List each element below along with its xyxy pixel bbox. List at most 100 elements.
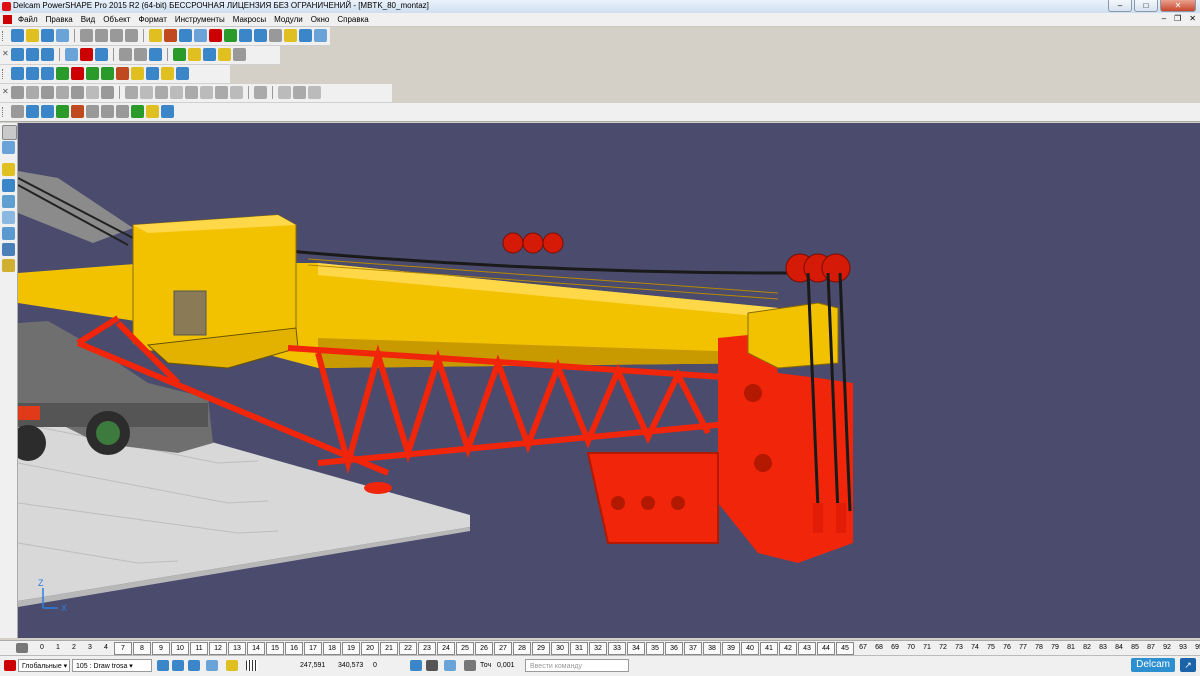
toolbar-tool-icon[interactable] [116, 67, 129, 80]
level-button[interactable]: 18 [323, 642, 341, 655]
level-button[interactable]: 22 [399, 642, 417, 655]
level-button[interactable]: 93 [1175, 642, 1191, 655]
toolbar-tool-icon[interactable] [155, 86, 168, 99]
level-button[interactable]: 73 [951, 642, 967, 655]
toolbar-tool-icon[interactable] [134, 48, 147, 61]
mdi-restore-button[interactable]: ❐ [1174, 14, 1181, 23]
level-button[interactable]: 14 [247, 642, 265, 655]
tolerance-icon[interactable] [464, 660, 476, 671]
toolbar-tool-icon[interactable] [26, 29, 39, 42]
level-button[interactable]: 41 [760, 642, 778, 655]
toolbar-tool-icon[interactable] [125, 29, 138, 42]
level-button[interactable]: 36 [665, 642, 683, 655]
toolbar-tool-icon[interactable] [101, 105, 114, 118]
level-button[interactable]: 30 [551, 642, 569, 655]
level-button[interactable]: 95 [1191, 642, 1200, 655]
level-button[interactable]: 92 [1159, 642, 1175, 655]
menu-item[interactable]: Инструменты [175, 14, 225, 25]
toolbar-tool-icon[interactable] [110, 29, 123, 42]
toolbar-tool-icon[interactable] [11, 67, 24, 80]
toolbar-tool-icon[interactable] [173, 48, 186, 61]
level-button[interactable]: 4 [98, 642, 114, 655]
level-button[interactable]: 34 [627, 642, 645, 655]
level-button[interactable]: 26 [475, 642, 493, 655]
level-button[interactable]: 20 [361, 642, 379, 655]
maximize-button[interactable]: □ [1134, 0, 1158, 12]
level-button[interactable]: 33 [608, 642, 626, 655]
level-button[interactable]: 87 [1143, 642, 1159, 655]
menu-item[interactable]: Файл [18, 14, 38, 25]
toolbar-tool-icon[interactable] [41, 86, 54, 99]
toolbar-tool-icon[interactable] [308, 86, 321, 99]
menu-item[interactable]: Модули [274, 14, 303, 25]
toolbar-tool-icon[interactable] [176, 67, 189, 80]
surface-icon[interactable] [2, 163, 15, 176]
level-button[interactable]: 12 [209, 642, 227, 655]
level-button[interactable]: 38 [703, 642, 721, 655]
level-button[interactable]: 67 [855, 642, 871, 655]
level-button[interactable]: 74 [967, 642, 983, 655]
toolbar-tool-icon[interactable] [131, 67, 144, 80]
level-button[interactable]: 78 [1031, 642, 1047, 655]
level-button[interactable]: 0 [34, 642, 50, 655]
level-button[interactable]: 19 [342, 642, 360, 655]
toolbar-tool-icon[interactable] [170, 86, 183, 99]
toolbar-close-icon[interactable]: ✕ [2, 87, 9, 96]
toolbar-tool-icon[interactable] [209, 29, 222, 42]
toolbar-tool-icon[interactable] [86, 105, 99, 118]
level-button[interactable]: 40 [741, 642, 759, 655]
level-button[interactable]: 10 [171, 642, 189, 655]
mdi-close-button[interactable]: ✕ [1189, 14, 1196, 23]
level-button[interactable]: 83 [1095, 642, 1111, 655]
menu-item[interactable]: Формат [138, 14, 166, 25]
toolbar-tool-icon[interactable] [56, 29, 69, 42]
menu-item[interactable]: Окно [311, 14, 330, 25]
select-arrow-icon[interactable] [2, 125, 17, 140]
menu-item[interactable]: Макросы [233, 14, 266, 25]
workplane-icon[interactable] [4, 660, 16, 671]
workplane-select[interactable]: Глобальные ▾ [18, 659, 70, 672]
toolbar-tool-icon[interactable] [26, 48, 39, 61]
level-button[interactable]: 44 [817, 642, 835, 655]
toolbar-tool-icon[interactable] [71, 86, 84, 99]
toolbar-tool-icon[interactable] [284, 29, 297, 42]
toolbar-tool-icon[interactable] [188, 48, 201, 61]
toolbar-tool-icon[interactable] [119, 48, 132, 61]
toolbar-tool-icon[interactable] [146, 105, 159, 118]
toolbar-tool-icon[interactable] [95, 29, 108, 42]
toolbar-tool-icon[interactable] [299, 29, 312, 42]
level-button[interactable]: 45 [836, 642, 854, 655]
grid-icon[interactable] [246, 660, 258, 671]
graphics-viewport[interactable]: Z X [18, 123, 1200, 638]
toolbar-tool-icon[interactable] [56, 105, 69, 118]
toolbar-tool-icon[interactable] [41, 105, 54, 118]
drafting-icon[interactable] [2, 243, 15, 256]
level-button[interactable]: 9 [152, 642, 170, 655]
toolbar-tool-icon[interactable] [65, 48, 78, 61]
toolbar-tool-icon[interactable] [95, 48, 108, 61]
toolbar-tool-icon[interactable] [71, 67, 84, 80]
toolbar-tool-icon[interactable] [194, 29, 207, 42]
electrode-icon[interactable] [2, 211, 15, 224]
toolbar-tool-icon[interactable] [146, 67, 159, 80]
toolbar-tool-icon[interactable] [101, 86, 114, 99]
dimension-icon[interactable] [2, 227, 15, 240]
menu-item[interactable]: Справка [337, 14, 368, 25]
solid-icon[interactable] [2, 179, 15, 192]
snap-grid-icon[interactable] [172, 660, 184, 671]
level-button[interactable]: 11 [190, 642, 208, 655]
toolbar-tool-icon[interactable] [224, 29, 237, 42]
level-button[interactable]: 27 [494, 642, 512, 655]
toolbar-tool-icon[interactable] [71, 105, 84, 118]
level-button[interactable]: 31 [570, 642, 588, 655]
toolbar-tool-icon[interactable] [230, 86, 243, 99]
relative-icon[interactable] [444, 660, 456, 671]
toolbar-tool-icon[interactable] [56, 86, 69, 99]
level-button[interactable]: 16 [285, 642, 303, 655]
level-button[interactable]: 76 [999, 642, 1015, 655]
toolbar-tool-icon[interactable] [149, 48, 162, 61]
toolbar-tool-icon[interactable] [239, 29, 252, 42]
level-button[interactable]: 43 [798, 642, 816, 655]
level-button[interactable]: 77 [1015, 642, 1031, 655]
level-button[interactable]: 21 [380, 642, 398, 655]
